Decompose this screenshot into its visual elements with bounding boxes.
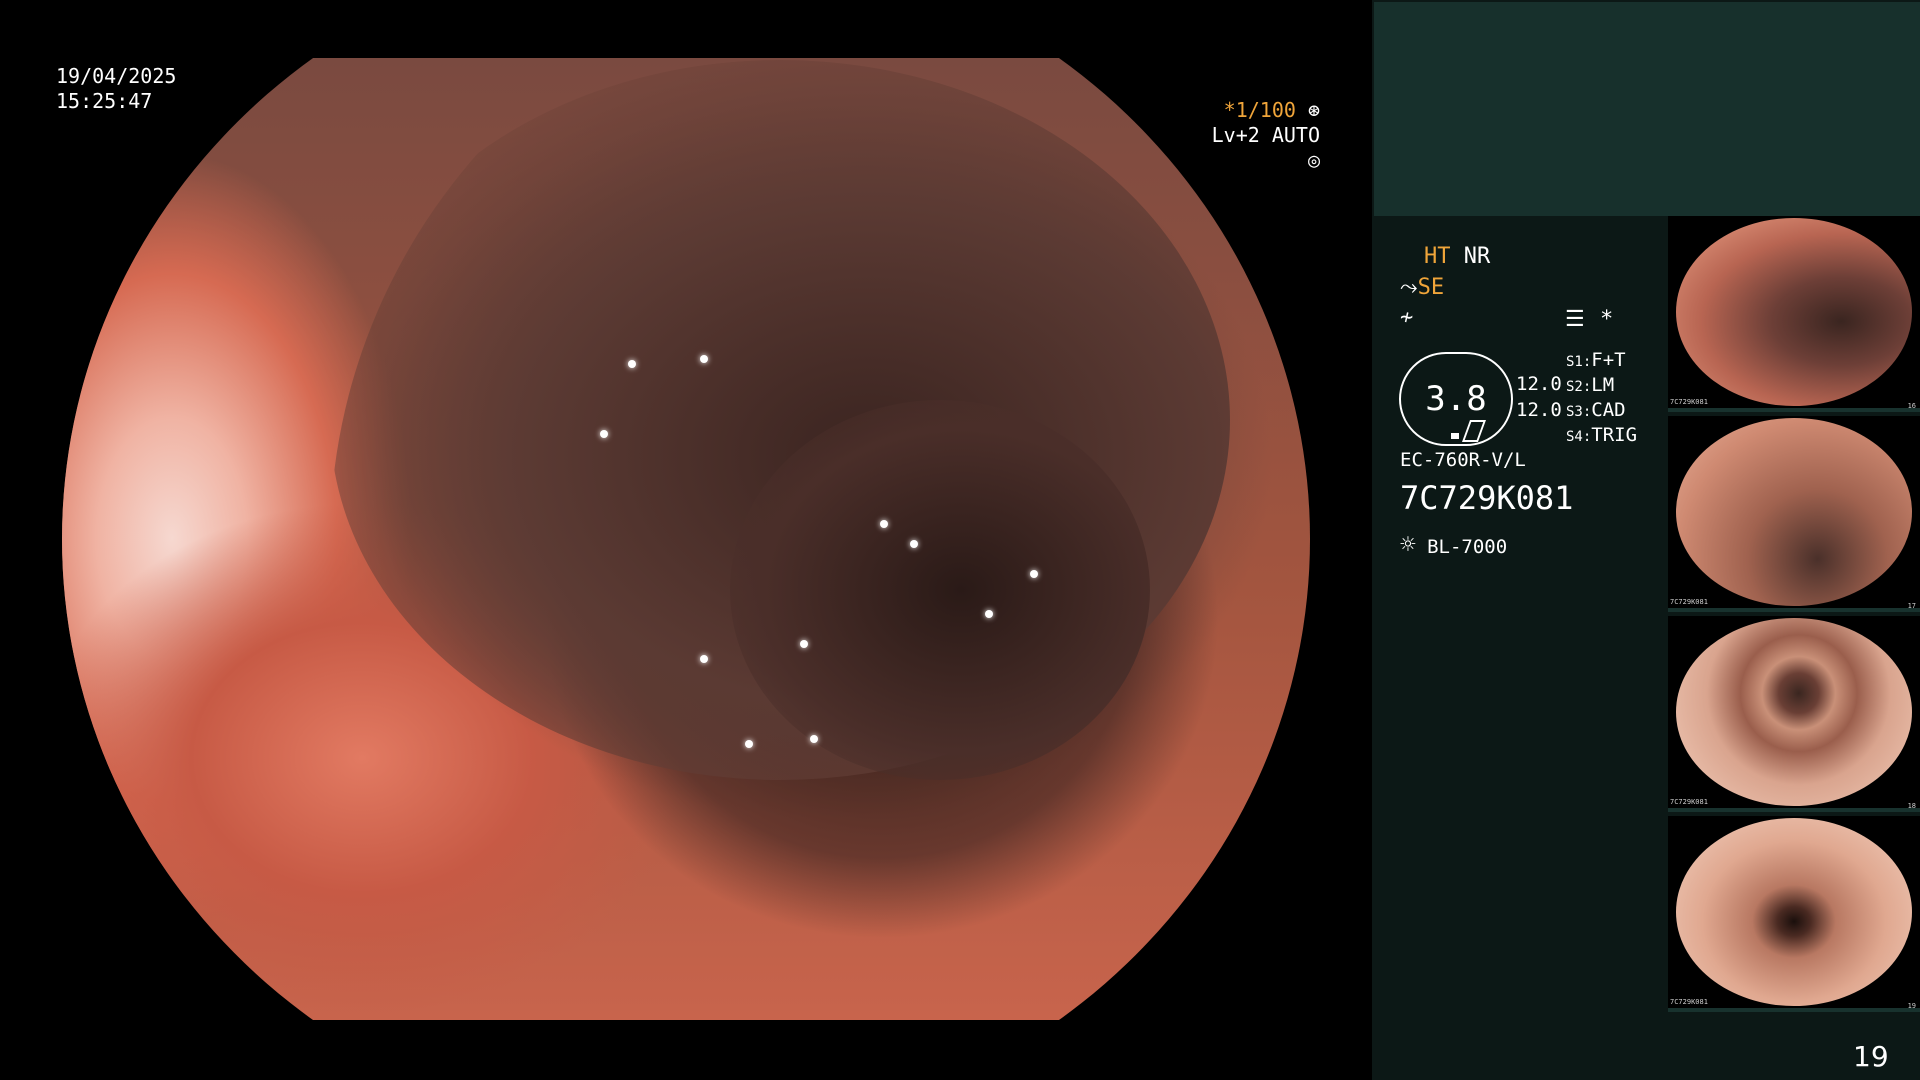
gauge-marker	[1451, 433, 1459, 439]
s2-label: S2:	[1566, 379, 1592, 395]
level-text: Lv+2 AUTO	[1211, 123, 1320, 147]
datetime-overlay: 19/04/2025 15:25:47	[56, 64, 176, 114]
s3-label: S3:	[1566, 404, 1592, 420]
s4-value: TRIG	[1591, 424, 1638, 446]
light-reflection	[600, 430, 608, 438]
gauge-value: 3.8	[1425, 379, 1487, 419]
s2-row: S2:LM	[1566, 373, 1614, 400]
thumbnail-bar	[1668, 808, 1920, 812]
thumbnail-bar	[1668, 408, 1920, 412]
settings-list-icon: ☰	[1565, 307, 1585, 332]
thumbnail-caption: 7C729K081	[1670, 998, 1708, 1006]
date-text: 19/04/2025	[56, 64, 177, 88]
light-source-label: BL-7000	[1427, 536, 1508, 558]
thumbnail-4[interactable]: 7C729K081 19	[1668, 816, 1920, 1012]
ht-label: HT	[1424, 244, 1451, 269]
thumbnail-3[interactable]: 7C729K081 18	[1668, 616, 1920, 812]
light-source-row: ☼ BL-7000	[1400, 530, 1508, 560]
iris-icon: ◎	[1307, 148, 1320, 172]
thumbnail-strip: 7C729K081 16 7C729K081 17 7C729K081 18 7…	[1668, 216, 1920, 1016]
s3-row: S3:CAD	[1566, 398, 1626, 425]
thumbnail-2[interactable]: 7C729K081 17	[1668, 416, 1920, 612]
exposure-overlay: *1/100 ⊛ Lv+2 AUTO ◎	[1190, 98, 1320, 173]
star-mark: *	[1600, 307, 1614, 332]
thumbnail-bar	[1668, 608, 1920, 612]
thumbnail-caption: 7C729K081	[1670, 798, 1708, 806]
info-panel-header	[1374, 2, 1920, 216]
light-reflection	[910, 540, 918, 548]
lumen	[730, 400, 1150, 780]
light-reflection	[810, 735, 818, 743]
se-row: ⤳SE	[1400, 273, 1444, 303]
thumbnail-caption: 7C729K081	[1670, 398, 1708, 406]
nr-label: NR	[1463, 244, 1491, 269]
ht-nr-row: HT NR	[1424, 242, 1490, 272]
s4-row: S4:TRIG	[1566, 423, 1637, 450]
scope-serial: 7C729K081	[1400, 479, 1574, 517]
scope-model: EC-760R-V/L	[1400, 449, 1526, 471]
light-reflection	[745, 740, 753, 748]
thumbnail-caption: 7C729K081	[1670, 598, 1708, 606]
time-text: 15:25:47	[56, 89, 153, 113]
thumbnail-image	[1676, 218, 1912, 406]
filter-icon: ≁	[1400, 305, 1414, 330]
thumbnail-image	[1676, 418, 1912, 606]
light-reflection	[628, 360, 636, 368]
aperture-icon: ⊛	[1307, 98, 1320, 122]
s1-row: S1:F+T	[1566, 348, 1626, 375]
light-reflection	[1030, 570, 1038, 578]
magnification-gauge: 3.8	[1399, 352, 1513, 446]
s1-label: S1:	[1566, 354, 1592, 370]
s3-value: CAD	[1591, 399, 1626, 421]
value-bottom: 12.0	[1516, 399, 1562, 421]
thumbnail-image	[1676, 818, 1912, 1006]
thumbnail-bar	[1668, 1008, 1920, 1012]
light-source-icon: ☼	[1400, 530, 1416, 560]
se-label: SE	[1417, 275, 1445, 300]
light-reflection	[700, 655, 708, 663]
s2-value: LM	[1591, 374, 1615, 396]
structure-enhance-icon: ⤳	[1400, 275, 1418, 300]
s1-value: F+T	[1591, 349, 1626, 371]
light-reflection	[800, 640, 808, 648]
image-count: 19	[1853, 1040, 1889, 1073]
value-top: 12.0	[1516, 373, 1562, 395]
thumbnail-image	[1676, 618, 1912, 806]
s4-label: S4:	[1566, 429, 1592, 445]
light-reflection	[985, 610, 993, 618]
light-reflection	[880, 520, 888, 528]
endoscope-main-view: 19/04/2025 15:25:47 *1/100 ⊛ Lv+2 AUTO ◎	[0, 0, 1372, 1080]
light-reflection	[700, 355, 708, 363]
shutter-text: *1/100	[1223, 98, 1296, 122]
thumbnail-1[interactable]: 7C729K081 16	[1668, 216, 1920, 412]
